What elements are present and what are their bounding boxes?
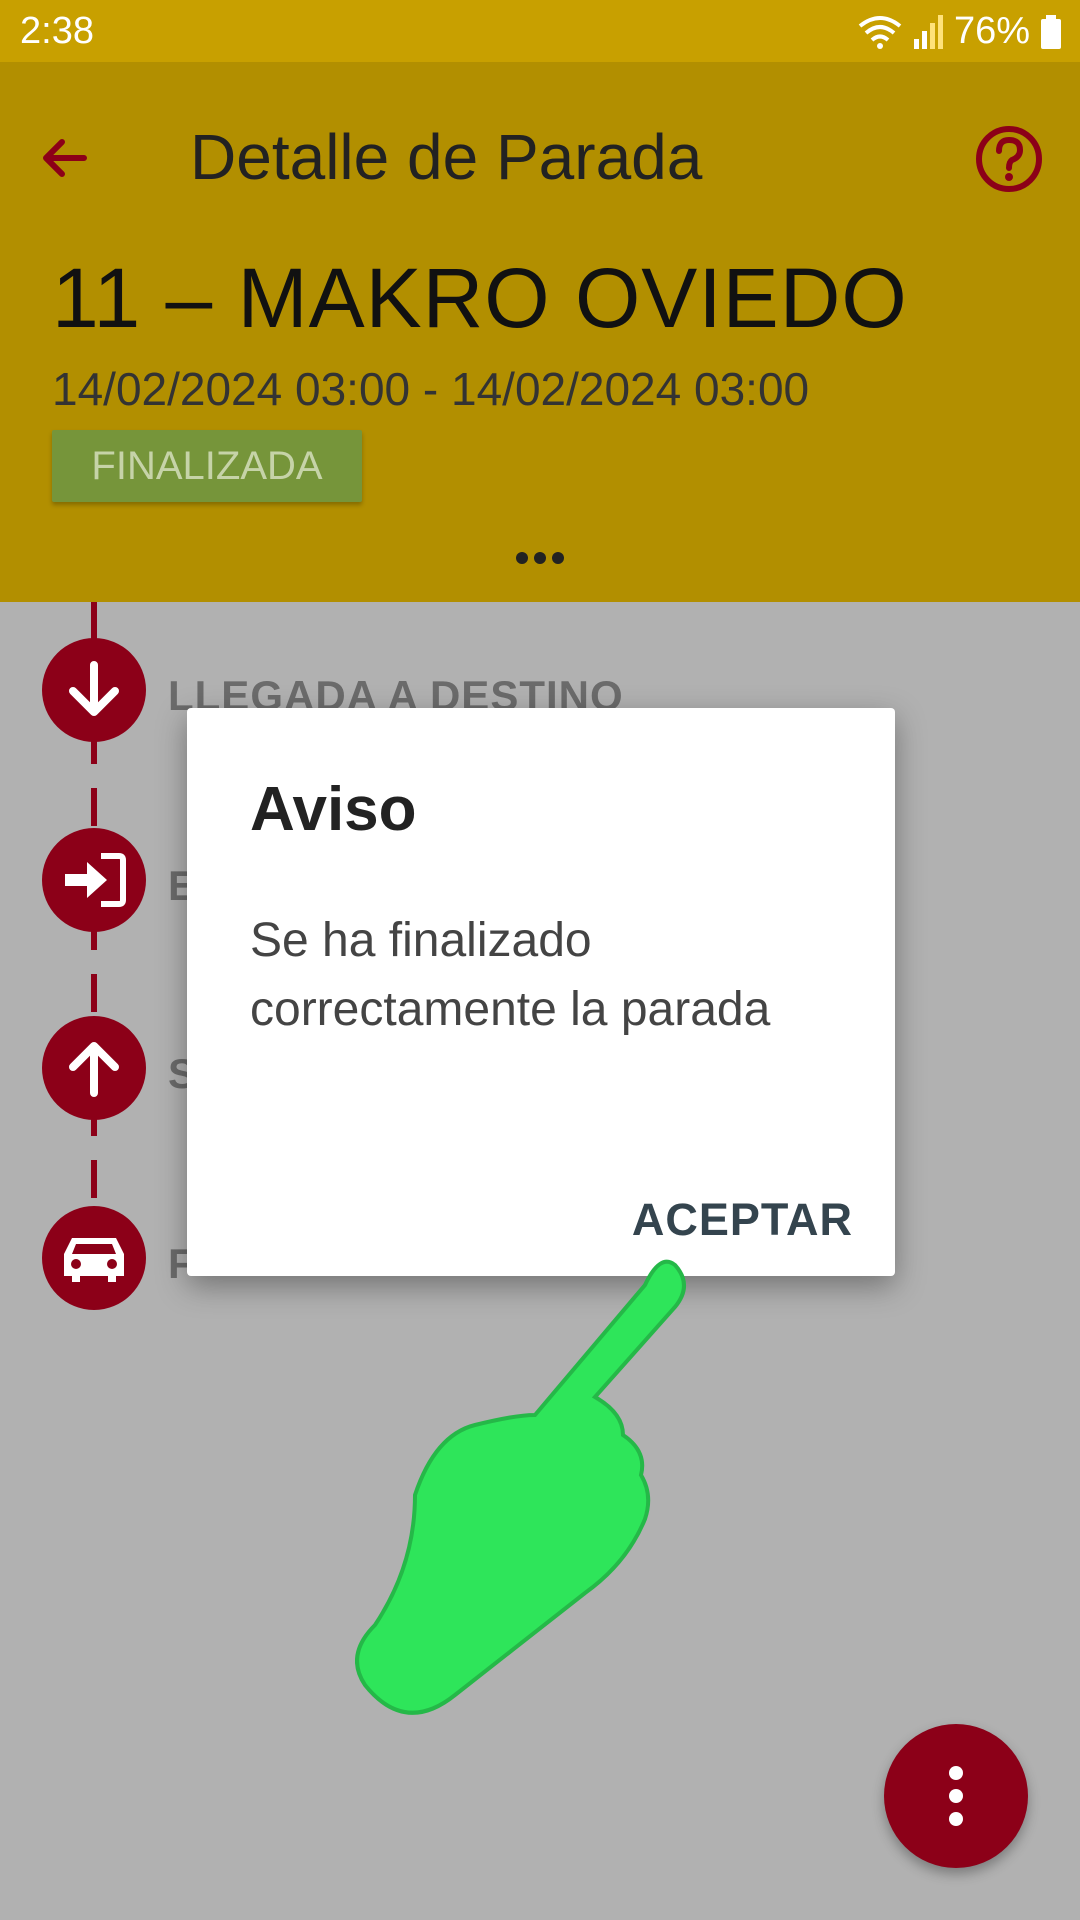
page-title: Detalle de Parada bbox=[190, 121, 703, 193]
enter-icon bbox=[65, 853, 126, 907]
more-dots-icon[interactable] bbox=[512, 546, 568, 570]
dialog-message: Se ha finalizado correctamente la parada bbox=[250, 914, 771, 1036]
timeline-step-entry bbox=[42, 828, 146, 932]
vertical-dots-icon bbox=[949, 1766, 963, 1826]
pointing-hand-icon bbox=[355, 1259, 686, 1715]
car-icon bbox=[64, 1238, 124, 1282]
help-icon[interactable] bbox=[974, 124, 1044, 194]
more-options-fab[interactable] bbox=[884, 1724, 1028, 1868]
status-bar: 2:38 76% bbox=[0, 0, 1080, 62]
stop-dates: 14/02/2024 03:00 - 14/02/2024 03:00 bbox=[52, 363, 810, 415]
timeline-step-exit bbox=[42, 1016, 146, 1120]
back-arrow-icon[interactable] bbox=[36, 130, 92, 186]
arrow-down-icon bbox=[69, 661, 119, 716]
stop-header: Detalle de Parada 11 – MAKRO OVIEDO 14/0… bbox=[0, 62, 1080, 602]
status-badge: FINALIZADA bbox=[52, 430, 362, 502]
stop-name: 11 – MAKRO OVIEDO bbox=[52, 251, 908, 345]
timeline-step-arrival bbox=[42, 638, 146, 742]
signal-icon bbox=[913, 14, 943, 49]
arrow-up-icon bbox=[69, 1042, 119, 1097]
battery-level: 76% bbox=[953, 10, 1030, 52]
accept-button[interactable]: ACEPTAR bbox=[632, 1194, 853, 1246]
battery-icon bbox=[1041, 14, 1061, 49]
status-time: 2:38 bbox=[20, 10, 94, 52]
timeline-step-finished bbox=[42, 1206, 146, 1310]
wifi-icon bbox=[858, 15, 902, 49]
notice-dialog: Aviso Se ha finalizado correctamente la … bbox=[187, 708, 895, 1276]
status-icons: 76% bbox=[858, 10, 1062, 53]
dialog-title: Aviso bbox=[250, 775, 417, 844]
